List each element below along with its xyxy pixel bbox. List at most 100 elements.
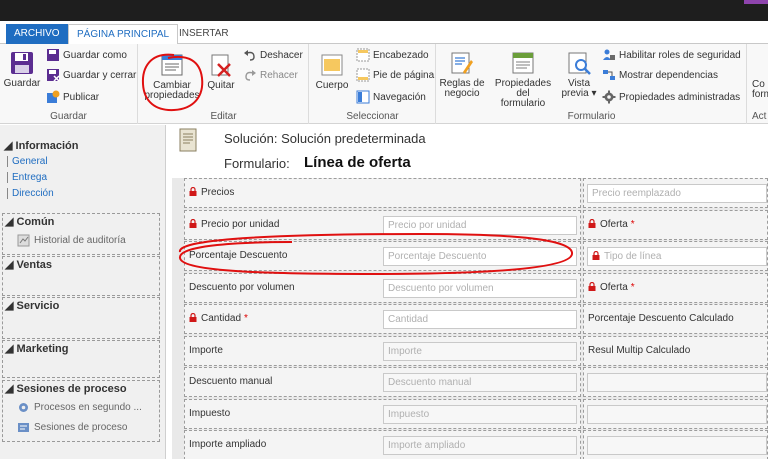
nav-item-procesos-segundo-plano-label: Procesos en segundo ... — [34, 402, 142, 414]
header-button[interactable]: Encabezado — [356, 48, 429, 64]
lock-icon — [189, 219, 197, 228]
undo-button[interactable]: Deshacer — [243, 48, 303, 64]
nav-section-ventas[interactable]: ◢ Ventas — [2, 256, 160, 296]
lock-icon — [588, 282, 596, 291]
publish-button[interactable]: Publicar — [46, 90, 99, 106]
field-input[interactable]: Importe — [383, 342, 577, 361]
field-input[interactable]: Cantidad — [383, 310, 577, 329]
field-input-right[interactable] — [587, 373, 767, 392]
form-field-cell-right[interactable]: Oferta * — [583, 210, 768, 240]
dependencies-label: Mostrar dependencias — [619, 70, 718, 81]
field-label-right-text: Oferta — [600, 282, 628, 293]
field-input[interactable]: Importe ampliado — [383, 436, 577, 455]
field-input[interactable]: Precio por unidad — [383, 216, 577, 235]
form-field-cell-right[interactable]: Porcentaje Descuento Calculado — [583, 304, 768, 334]
form-properties-button[interactable]: Propiedades del formulario — [487, 50, 559, 109]
form-field-cell[interactable]: Precio por unidad Precio por unidad — [184, 210, 581, 240]
form-field-cell[interactable]: Cantidad * Cantidad — [184, 304, 581, 334]
field-label: Descuento manual — [189, 376, 272, 387]
remove-label: Quitar — [207, 80, 235, 91]
form-field-cell[interactable]: Porcentaje Descuento Porcentaje Descuento — [184, 241, 581, 271]
cut-off-label-2: form — [752, 89, 768, 100]
tab-pagina-principal[interactable]: PÁGINA PRINCIPAL — [68, 24, 179, 45]
footer-button[interactable]: Pie de página — [356, 68, 434, 84]
business-rules-icon — [451, 52, 473, 74]
field-input[interactable]: Descuento por volumen — [383, 279, 577, 298]
chevron-down-icon: ▾ — [588, 88, 597, 99]
security-roles-label: Habilitar roles de seguridad — [619, 50, 741, 61]
group-cut-off: Co form Act — [748, 44, 768, 124]
field-input-right[interactable]: Precio reemplazado — [587, 184, 767, 203]
group-label-formulario: Formulario — [567, 111, 616, 122]
field-label: Importe — [189, 345, 223, 356]
field-input[interactable]: Impuesto — [383, 405, 577, 424]
enable-security-roles-button[interactable]: Habilitar roles de seguridad — [602, 48, 741, 64]
form-field-cell[interactable]: Importe Importe — [184, 336, 581, 366]
tab-insertar[interactable]: INSERTAR — [171, 24, 237, 44]
form-field-cell[interactable]: Importe ampliado Importe ampliado — [184, 430, 581, 459]
field-label-right-text: Oferta — [600, 219, 628, 230]
form-field-cell[interactable]: Descuento por volumen Descuento por volum… — [184, 273, 581, 303]
show-dependencies-button[interactable]: Mostrar dependencias — [602, 68, 718, 84]
nav-link-direccion[interactable]: Dirección — [7, 188, 54, 199]
save-button[interactable]: Guardar — [3, 50, 41, 89]
footer-label: Pie de página — [373, 70, 435, 81]
solution-title: Solución: Solución predeterminada — [224, 131, 426, 146]
field-input[interactable]: Descuento manual — [383, 373, 577, 392]
form-field-cell-right[interactable]: Oferta * — [583, 273, 768, 303]
required-asterisk: * — [630, 219, 635, 230]
nav-item-procesos-segundo-plano[interactable]: Procesos en segundo ... — [17, 401, 142, 414]
group-editar: Cambiar propiedades Quitar Deshacer Reha… — [139, 44, 309, 124]
cut-off-button[interactable]: Co form — [752, 80, 768, 100]
field-input-right[interactable] — [587, 436, 767, 455]
nav-item-sesiones-proceso[interactable]: Sesiones de proceso — [17, 421, 127, 434]
navigation-icon — [356, 90, 370, 104]
redo-button[interactable]: Rehacer — [243, 68, 298, 84]
form-navigation-pane: ◢ Información General Entrega Dirección … — [0, 125, 166, 459]
field-label-text: Importe ampliado — [189, 439, 267, 450]
field-label-right: Oferta * — [588, 282, 635, 293]
form-field-cell-right[interactable] — [583, 399, 768, 429]
save-as-button[interactable]: Guardar como — [46, 48, 127, 64]
group-guardar: Guardar Guardar como Guardar y cerrar Pu… — [0, 44, 138, 124]
header-icon — [356, 48, 370, 62]
nav-link-entrega[interactable]: Entrega — [7, 172, 47, 183]
form-field-cell[interactable]: Impuesto Impuesto — [184, 399, 581, 429]
save-close-icon — [47, 69, 60, 82]
nav-section-comun[interactable]: ◢ Común Historial de auditoría — [2, 213, 160, 255]
nav-section-servicio[interactable]: ◢ Servicio — [2, 297, 160, 339]
tab-archivo[interactable]: ARCHIVO — [6, 24, 68, 44]
field-input-right[interactable] — [587, 405, 767, 424]
nav-section-comun-label: Común — [16, 216, 55, 228]
form-field-cell-right[interactable] — [583, 430, 768, 459]
form-properties-label-2: formulario — [500, 98, 546, 109]
undo-icon — [244, 50, 255, 62]
business-rules-button[interactable]: Reglas de negocio — [439, 50, 485, 99]
form-field-cell-right[interactable]: Tipo de línea — [583, 241, 768, 271]
nav-item-sesiones-proceso-label: Sesiones de proceso — [34, 422, 128, 434]
body-label: Cuerpo — [315, 80, 349, 91]
form-field-cell-right[interactable]: Resul Multip Calculado — [583, 336, 768, 366]
nav-section-marketing[interactable]: ◢ Marketing — [2, 340, 160, 378]
nav-item-historial-auditoria-label: Historial de auditoría — [34, 235, 126, 247]
body-button[interactable]: Cuerpo — [313, 52, 351, 91]
preview-button[interactable]: Vista previa ▾ — [561, 50, 597, 99]
navigation-button[interactable]: Navegación — [356, 90, 426, 106]
field-label-text: Precios — [201, 187, 235, 198]
undo-label: Deshacer — [260, 50, 303, 61]
managed-properties-button[interactable]: Propiedades administradas — [602, 90, 740, 106]
remove-button[interactable]: Quitar — [203, 52, 239, 91]
nav-item-historial-auditoria[interactable]: Historial de auditoría — [17, 234, 126, 247]
form-field-cell-right[interactable] — [583, 367, 768, 397]
field-input[interactable]: Porcentaje Descuento — [383, 247, 577, 266]
form-field-cell[interactable]: Descuento manual Descuento manual — [184, 367, 581, 397]
form-field-cell-right[interactable]: Precio reemplazado — [583, 178, 768, 208]
change-properties-button[interactable]: Cambiar propiedades — [142, 52, 202, 101]
group-formulario: Reglas de negocio Propiedades del formul… — [437, 44, 747, 124]
nav-link-general[interactable]: General — [7, 156, 48, 167]
field-input-right[interactable]: Tipo de línea — [587, 247, 767, 266]
save-close-button[interactable]: Guardar y cerrar — [46, 68, 136, 84]
nav-section-sesiones-proceso[interactable]: ◢ Sesiones de proceso Procesos en segund… — [2, 380, 160, 442]
form-field-cell[interactable]: Precios — [184, 178, 581, 208]
nav-header-informacion[interactable]: ◢ Información — [4, 139, 78, 152]
